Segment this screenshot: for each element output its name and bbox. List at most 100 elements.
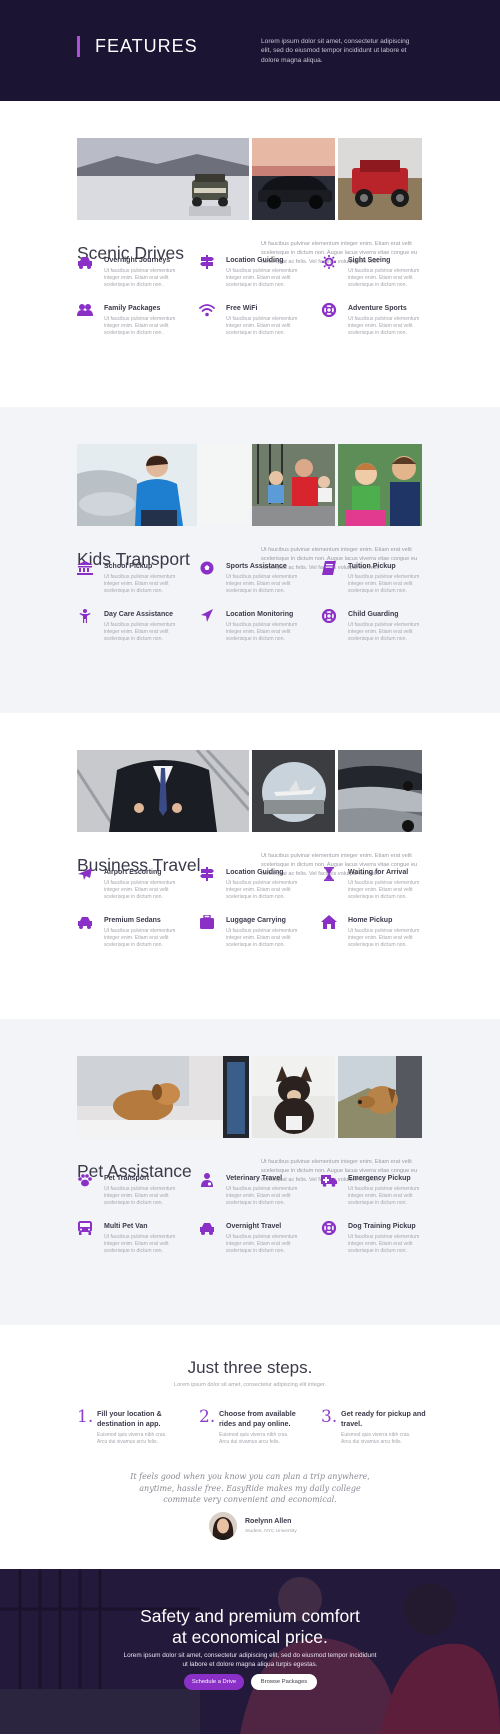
feature-name: Dog Training Pickup: [348, 1223, 416, 1230]
feature-description: Ut faucibus pulvinar elementum integer e…: [104, 268, 176, 288]
photo-kids-playing: [338, 444, 422, 526]
signpost-icon: [199, 867, 215, 881]
signpost-icon: [199, 255, 215, 269]
feature-description: Ut faucibus pulvinar elementum integer e…: [348, 622, 420, 642]
ambulance-icon: [321, 1173, 337, 1187]
photo-parked-cars: [338, 750, 422, 832]
feature-description: Ut faucibus pulvinar elementum integer e…: [348, 574, 420, 594]
feature-name: Child Guarding: [348, 611, 399, 618]
steps-section: Just three steps. Lorem ipsum dolor sit …: [0, 1325, 500, 1569]
lifebuoy-icon: [321, 609, 337, 623]
van-icon: [77, 1221, 93, 1235]
feature-description: Ut faucibus pulvinar elementum integer e…: [226, 268, 298, 288]
step-number: 1.: [77, 1407, 94, 1427]
feature-description: Ut faucibus pulvinar elementum integer e…: [226, 622, 298, 642]
feature-description: Ut faucibus pulvinar elementum integer e…: [104, 622, 176, 642]
home-icon: [321, 915, 337, 929]
child-icon: [77, 609, 93, 623]
feature-description: Ut faucibus pulvinar elementum integer e…: [104, 574, 176, 594]
doctor-icon: [199, 1173, 215, 1187]
car-icon: [199, 1221, 215, 1235]
feature-name: Overnight Travel: [226, 1223, 282, 1230]
cta-text: Lorem ipsum dolor sit amet, consectetur …: [123, 1652, 377, 1668]
school-icon: [77, 561, 93, 575]
step-description: Euismod quis viverra nibh cras. Arcu dui…: [97, 1432, 167, 1445]
photo-boy-by-car: [77, 444, 249, 526]
photo-plane-in-mirror: [252, 750, 335, 832]
paw-icon: [77, 1173, 93, 1187]
feature-name: Premium Sedans: [104, 917, 161, 924]
step-title: Get ready for pickup and travel.: [341, 1409, 426, 1428]
browse-packages-button[interactable]: Browse Packages: [251, 1674, 317, 1690]
feature-name: Location Guiding: [226, 869, 284, 876]
avatar: [209, 1512, 237, 1540]
feature-description: Ut faucibus pulvinar elementum integer e…: [104, 1186, 176, 1206]
cta-banner: Safety and premium comfort at economical…: [0, 1569, 500, 1734]
section-business-travel: Business Travel Ut faucibus pulvinar ele…: [0, 713, 500, 1019]
feature-description: Ut faucibus pulvinar elementum integer e…: [348, 1234, 420, 1254]
feature-description: Ut faucibus pulvinar elementum integer e…: [226, 574, 298, 594]
feature-description: Ut faucibus pulvinar elementum integer e…: [348, 880, 420, 900]
photo-car-sunset: [252, 138, 335, 220]
cta-title-line: Safety and premium comfort: [140, 1606, 360, 1626]
step-title: Fill your location & destination in app.: [97, 1409, 162, 1428]
steps-subtitle: Lorem ipsum dolor sit amet, consectetur …: [174, 1382, 326, 1388]
feature-name: Luggage Carrying: [226, 917, 286, 924]
section-kids-transport: Kids Transport Ut faucibus pulvinar elem…: [0, 407, 500, 713]
feature-description: Ut faucibus pulvinar elementum integer e…: [226, 880, 298, 900]
step-number: 3.: [321, 1407, 338, 1427]
car-icon: [77, 915, 93, 929]
users-icon: [77, 303, 93, 317]
wifi-icon: [199, 303, 215, 317]
feature-description: Ut faucibus pulvinar elementum integer e…: [348, 928, 420, 948]
feature-description: Ut faucibus pulvinar elementum integer e…: [104, 1234, 176, 1254]
hero-accent-bar: [77, 36, 80, 57]
feature-description: Ut faucibus pulvinar elementum integer e…: [348, 268, 420, 288]
location-arrow-icon: [199, 609, 215, 623]
section-scenic-drives: Scenic Drives Ut faucibus pulvinar eleme…: [0, 101, 500, 407]
feature-description: Ut faucibus pulvinar elementum integer e…: [104, 316, 176, 336]
step-title: Choose from available rides and pay onli…: [219, 1409, 296, 1428]
step-description: Euismod quis viverra nibh cras. Arcu dui…: [219, 1432, 289, 1445]
hero-text: Lorem ipsum dolor sit amet, consectetur …: [261, 38, 410, 64]
section-pet-assistance: Pet Assistance Ut faucibus pulvinar elem…: [0, 1019, 500, 1325]
step-description: Euismod quis viverra nibh cras. Arcu dui…: [341, 1432, 411, 1445]
photo-strip: [77, 138, 422, 220]
photo-kids-sitting: [252, 444, 335, 526]
feature-description: Ut faucibus pulvinar elementum integer e…: [226, 316, 298, 336]
feature-name: Airport Escorting: [104, 869, 162, 876]
feature-name: Location Monitoring: [226, 611, 294, 618]
car-icon: [77, 255, 93, 269]
photo-dog-in-car: [77, 1056, 249, 1138]
hourglass-icon: [321, 867, 337, 881]
feature-name: Day Care Assistance: [104, 611, 174, 618]
photo-strip: [77, 444, 422, 526]
feature-name: Waiting for Arrival: [348, 869, 409, 876]
feature-description: Ut faucibus pulvinar elementum integer e…: [348, 1186, 420, 1206]
schedule-drive-button[interactable]: Schedule a Drive: [184, 1674, 244, 1690]
step-number: 2.: [199, 1407, 216, 1427]
lifebuoy-icon: [321, 303, 337, 317]
feature-name: Tuition Pickup: [348, 563, 396, 570]
section-description: Ut faucibus pulvinar elementum integer e…: [261, 241, 418, 266]
photo-suv-on-salt-flat: [77, 138, 249, 220]
hero-title: FEATURES: [95, 36, 198, 56]
book-icon: [321, 561, 337, 575]
steps-title: Just three steps.: [187, 1358, 313, 1377]
feature-name: Home Pickup: [348, 917, 393, 924]
feature-name: Family Packages: [104, 305, 161, 312]
photo-strip: [77, 1056, 422, 1138]
cta-title: Safety and premium comfort at economical…: [0, 1606, 500, 1648]
plane-icon: [77, 867, 93, 881]
feature-description: Ut faucibus pulvinar elementum integer e…: [104, 880, 176, 900]
feature-name: School Pickup: [104, 563, 153, 570]
photo-dog-window: [338, 1056, 422, 1138]
lifebuoy-icon: [321, 1221, 337, 1235]
feature-name: Emergency Pickup: [348, 1175, 411, 1182]
feature-name: Multi Pet Van: [104, 1223, 148, 1230]
photo-strip: [77, 750, 422, 832]
feature-description: Ut faucibus pulvinar elementum integer e…: [226, 928, 298, 948]
feature-name: Pet Transport: [104, 1175, 150, 1182]
photo-red-jeep: [338, 138, 422, 220]
feature-name: Overnight Journeys: [104, 257, 171, 264]
